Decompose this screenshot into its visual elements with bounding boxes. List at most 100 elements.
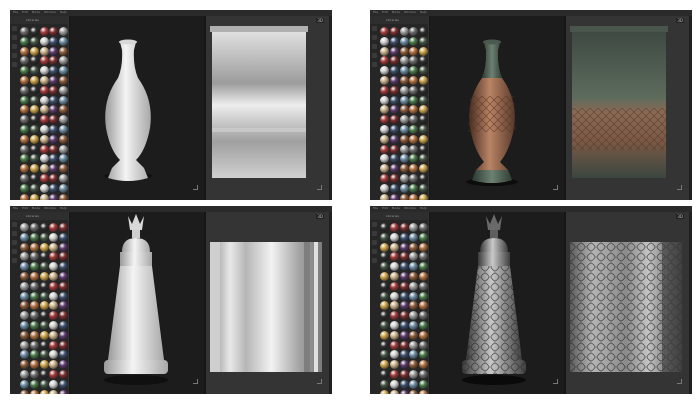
material-swatch[interactable]	[49, 164, 59, 174]
material-swatch[interactable]	[29, 75, 39, 85]
material-swatch[interactable]	[20, 164, 29, 174]
material-swatch[interactable]	[20, 95, 29, 105]
material-swatch[interactable]	[20, 330, 29, 340]
material-swatch[interactable]	[39, 252, 49, 262]
material-swatch[interactable]	[59, 95, 69, 105]
material-swatch[interactable]	[29, 193, 39, 200]
material-swatch[interactable]	[20, 379, 29, 389]
material-swatch[interactable]	[39, 46, 49, 56]
material-swatch[interactable]	[399, 27, 409, 36]
material-swatch[interactable]	[389, 311, 399, 321]
menu-file[interactable]: File	[373, 206, 378, 210]
material-swatch[interactable]	[419, 320, 429, 330]
material-swatch[interactable]	[29, 330, 39, 340]
material-swatch[interactable]	[59, 291, 69, 301]
material-swatch[interactable]	[39, 105, 49, 115]
material-swatch[interactable]	[29, 320, 39, 330]
material-swatch[interactable]	[389, 164, 399, 174]
tool-icon[interactable]	[12, 35, 17, 40]
material-swatch[interactable]	[409, 95, 419, 105]
material-swatch[interactable]	[409, 242, 419, 252]
material-swatch[interactable]	[389, 144, 399, 154]
material-swatch[interactable]	[39, 66, 49, 76]
material-swatch[interactable]	[419, 311, 429, 321]
material-swatch[interactable]	[20, 66, 29, 76]
material-swatch[interactable]	[49, 350, 59, 360]
material-swatch[interactable]	[419, 173, 429, 183]
material-swatch[interactable]	[419, 242, 429, 252]
material-swatch[interactable]	[20, 27, 29, 36]
material-swatch[interactable]	[409, 124, 419, 134]
material-swatch[interactable]	[39, 183, 49, 193]
tool-icon[interactable]	[372, 258, 377, 263]
material-swatch[interactable]	[59, 173, 69, 183]
material-swatch[interactable]	[59, 223, 69, 232]
material-swatch[interactable]	[399, 66, 409, 76]
material-swatch[interactable]	[380, 262, 389, 272]
material-swatch[interactable]	[409, 66, 419, 76]
material-swatch[interactable]	[39, 95, 49, 105]
material-swatch[interactable]	[419, 232, 429, 242]
material-swatch[interactable]	[380, 85, 389, 95]
material-swatch[interactable]	[409, 56, 419, 66]
material-swatch[interactable]	[409, 193, 419, 200]
material-swatch[interactable]	[39, 379, 49, 389]
material-swatch[interactable]	[49, 85, 59, 95]
material-swatch[interactable]	[49, 379, 59, 389]
material-swatch[interactable]	[380, 164, 389, 174]
material-swatch[interactable]	[49, 105, 59, 115]
material-swatch[interactable]	[59, 75, 69, 85]
material-swatch[interactable]	[39, 134, 49, 144]
material-swatch[interactable]	[419, 379, 429, 389]
material-swatch[interactable]	[389, 193, 399, 200]
material-swatch[interactable]	[59, 301, 69, 311]
tool-icon[interactable]	[12, 249, 17, 254]
material-swatch[interactable]	[29, 350, 39, 360]
material-swatch[interactable]	[389, 320, 399, 330]
material-swatch[interactable]	[409, 350, 419, 360]
material-swatch[interactable]	[59, 271, 69, 281]
material-swatch[interactable]	[59, 320, 69, 330]
material-swatch[interactable]	[20, 252, 29, 262]
material-swatch[interactable]	[59, 154, 69, 164]
material-swatch[interactable]	[399, 183, 409, 193]
material-swatch[interactable]	[29, 105, 39, 115]
material-swatch[interactable]	[419, 85, 429, 95]
material-swatch[interactable]	[29, 242, 39, 252]
material-swatch[interactable]	[399, 46, 409, 56]
material-swatch[interactable]	[380, 369, 389, 379]
material-swatch[interactable]	[49, 75, 59, 85]
tool-icon[interactable]	[372, 53, 377, 58]
material-swatch[interactable]	[49, 36, 59, 46]
material-swatch[interactable]	[389, 379, 399, 389]
material-swatch[interactable]	[399, 291, 409, 301]
material-swatch[interactable]	[399, 242, 409, 252]
menu-edit[interactable]: Edit	[22, 206, 28, 210]
material-swatch[interactable]	[59, 124, 69, 134]
material-swatch[interactable]	[29, 183, 39, 193]
material-swatch[interactable]	[49, 369, 59, 379]
material-swatch[interactable]	[39, 56, 49, 66]
material-swatch[interactable]	[380, 252, 389, 262]
material-swatch[interactable]	[59, 311, 69, 321]
material-swatch[interactable]	[20, 85, 29, 95]
material-swatch[interactable]	[419, 124, 429, 134]
material-swatch[interactable]	[419, 369, 429, 379]
material-swatch[interactable]	[39, 320, 49, 330]
tool-icon[interactable]	[372, 35, 377, 40]
material-swatch[interactable]	[49, 242, 59, 252]
material-swatch[interactable]	[29, 164, 39, 174]
material-swatch[interactable]	[389, 95, 399, 105]
material-swatch[interactable]	[419, 183, 429, 193]
material-swatch[interactable]	[389, 389, 399, 394]
material-swatch[interactable]	[389, 330, 399, 340]
tool-icon[interactable]	[12, 62, 17, 67]
material-swatch[interactable]	[59, 330, 69, 340]
material-swatch[interactable]	[20, 46, 29, 56]
material-swatch[interactable]	[389, 301, 399, 311]
3d-viewport[interactable]	[430, 212, 564, 394]
material-swatch[interactable]	[399, 95, 409, 105]
material-swatch[interactable]	[39, 271, 49, 281]
material-swatch[interactable]	[409, 311, 419, 321]
material-swatch[interactable]	[20, 320, 29, 330]
